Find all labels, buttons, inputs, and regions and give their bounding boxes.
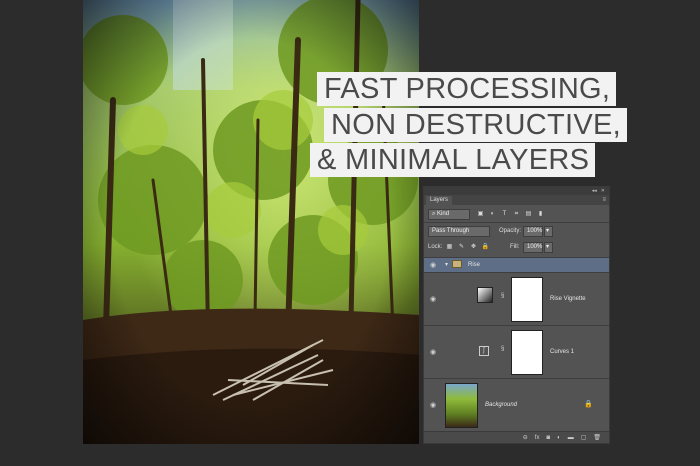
visibility-eye-icon[interactable]: ◉ <box>430 261 436 269</box>
blend-mode-select[interactable]: Pass Through <box>428 226 490 237</box>
opacity-label: Opacity: <box>499 228 522 234</box>
divider <box>424 222 609 223</box>
layer-background[interactable]: ◉ Background 🔒 <box>424 378 609 431</box>
link-icon[interactable]: § <box>501 346 504 352</box>
visibility-eye-icon[interactable]: ◉ <box>430 348 436 356</box>
layer-name: Curves 1 <box>550 349 575 355</box>
headline-line-3: & MINIMAL LAYERS <box>310 143 596 177</box>
panel-bottom-bar: ⊖ fx ◙ ◐ ▬ ▢ 🗑 <box>424 431 609 443</box>
type-filter-icon[interactable]: T <box>500 210 509 218</box>
lock-icons: ▦ ✎ ✥ 🔒 <box>445 243 490 251</box>
lock-label: Lock: <box>428 244 443 250</box>
forest-photo <box>83 0 419 444</box>
fill-dropdown-icon[interactable]: ▾ <box>544 242 553 253</box>
filter-row: ⌕ Kind ▣ ◐ T ⌗ ▤ ▮ <box>424 207 609 221</box>
panel-menu-icon[interactable]: ≡ <box>602 195 606 205</box>
close-icon[interactable]: ✕ <box>601 188 605 194</box>
photo-thumbnail <box>445 383 478 428</box>
add-mask-icon[interactable]: ◙ <box>546 435 550 441</box>
fill-label: Fill: <box>510 244 520 250</box>
filter-icons: ▣ ◐ T ⌗ ▤ ▮ <box>476 210 545 218</box>
new-layer-icon[interactable]: ▢ <box>581 434 587 441</box>
opacity-input[interactable]: 100% <box>523 226 543 237</box>
smart-object-filter-icon[interactable]: ▤ <box>524 210 533 218</box>
visibility-eye-icon[interactable]: ◉ <box>430 295 436 303</box>
layer-group-rise[interactable]: ◉ ▾ Rise <box>424 257 609 272</box>
pixel-filter-icon[interactable]: ▣ <box>476 210 485 218</box>
layers-panel: ◂◂ ✕ Layers ≡ ⌕ Kind ▣ ◐ T ⌗ ▤ ▮ Pass Th… <box>423 186 610 444</box>
filter-kind-value: Kind <box>437 211 450 217</box>
group-expand-icon[interactable]: ▾ <box>445 261 448 268</box>
filter-kind-select[interactable]: ⌕ Kind <box>428 209 470 220</box>
lock-transparent-icon[interactable]: ▦ <box>445 243 454 251</box>
group-name: Rise <box>468 262 481 268</box>
filter-toggle-icon[interactable]: ▮ <box>536 210 545 218</box>
headline-line-1: FAST PROCESSING, <box>317 72 617 106</box>
layer-curves-1[interactable]: ◉ ∫ § Curves 1 <box>424 325 609 378</box>
headline-line-2: NON DESTRUCTIVE, <box>324 108 627 142</box>
link-icon[interactable]: § <box>501 293 504 299</box>
layer-name: Rise Vignette <box>550 296 586 302</box>
trash-icon[interactable]: 🗑 <box>593 434 601 441</box>
fill-input[interactable]: 100% <box>523 242 543 253</box>
lock-icon: 🔒 <box>584 401 593 408</box>
shape-filter-icon[interactable]: ⌗ <box>512 210 521 218</box>
lock-position-icon[interactable]: ✥ <box>469 243 478 251</box>
layer-mask-thumbnail[interactable] <box>511 330 543 375</box>
lock-row: Lock: ▦ ✎ ✥ 🔒 Fill: 100% ▾ <box>424 240 609 254</box>
folder-icon <box>452 260 462 268</box>
gradient-icon <box>477 287 493 303</box>
panel-titlebar: ◂◂ ✕ <box>424 187 609 195</box>
collapse-icon[interactable]: ◂◂ <box>592 188 597 194</box>
visibility-eye-icon[interactable]: ◉ <box>430 401 436 409</box>
fx-icon[interactable]: fx <box>535 435 540 441</box>
tab-layers[interactable]: Layers <box>426 196 453 205</box>
panel-tabbar: Layers ≡ <box>424 195 609 205</box>
adjustment-filter-icon[interactable]: ◐ <box>488 210 497 218</box>
opacity-dropdown-icon[interactable]: ▾ <box>544 226 553 237</box>
layer-name: Background <box>485 402 518 408</box>
lock-all-icon[interactable]: 🔒 <box>481 243 490 251</box>
layer-rise-vignette[interactable]: ◉ § Rise Vignette <box>424 272 609 325</box>
lock-image-icon[interactable]: ✎ <box>457 243 466 251</box>
layer-mask-thumbnail[interactable] <box>511 277 543 322</box>
curves-icon: ∫ <box>479 346 489 356</box>
adjustment-layer-icon[interactable]: ◐ <box>557 435 561 441</box>
new-group-icon[interactable]: ▬ <box>568 435 574 441</box>
link-layers-icon[interactable]: ⊖ <box>523 434 528 441</box>
blend-row: Pass Through Opacity: 100% ▾ <box>424 224 609 238</box>
